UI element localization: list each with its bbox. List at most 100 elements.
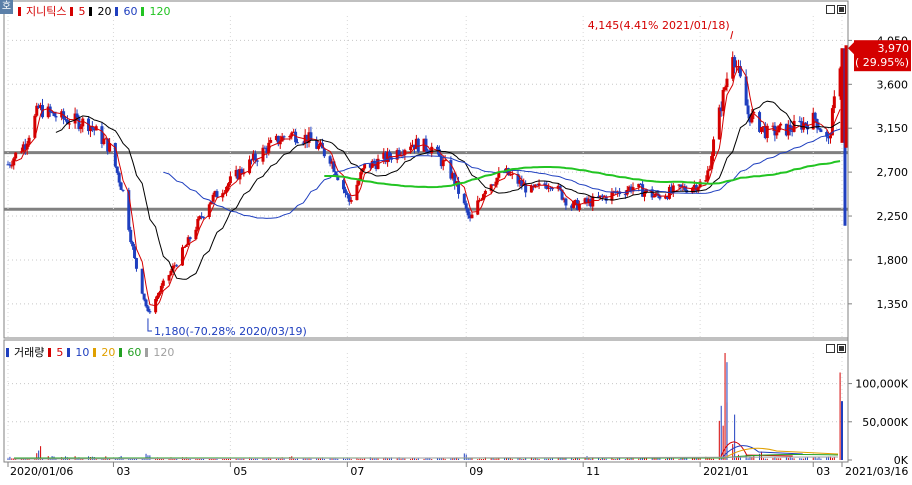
candle-body xyxy=(476,200,480,215)
candle-body xyxy=(131,242,135,247)
candle-body xyxy=(296,142,300,144)
candle-body xyxy=(184,245,188,247)
candle-body xyxy=(759,127,763,132)
legend-stock-name: 지니틱스 xyxy=(26,5,67,18)
high-annotation-label: 4,145(4.41% 2021/01/18) xyxy=(588,19,730,32)
candle-body xyxy=(121,189,125,191)
volume-tick-label: 50,000K xyxy=(862,416,908,429)
low-annotation-label: 1,180(-70.28% 2020/03/19) xyxy=(154,325,307,338)
candle-body xyxy=(19,151,23,153)
candle-body xyxy=(75,113,79,118)
candle-body xyxy=(464,203,468,209)
legend-swatch-60 xyxy=(115,6,119,16)
candle-body xyxy=(409,146,413,151)
main-legend: 지니틱스 5 20 60 120 xyxy=(18,3,170,19)
price-pane-minimize-button[interactable] xyxy=(826,5,835,14)
candle-body xyxy=(435,146,439,150)
legend-vol-10: 10 xyxy=(75,345,90,359)
price-tick-label: 3,600 xyxy=(877,78,909,91)
legend-volume-name: 거래량 xyxy=(14,346,45,359)
candle-body xyxy=(188,237,192,240)
candle-body xyxy=(817,128,821,130)
candle-body xyxy=(317,145,321,149)
candle-body xyxy=(483,190,487,195)
candle-body xyxy=(144,299,148,307)
candle-body xyxy=(322,148,326,157)
candle-body xyxy=(343,189,347,194)
candle-body xyxy=(167,275,171,281)
candle-body xyxy=(723,87,727,90)
candle-body xyxy=(470,214,474,219)
candle-body xyxy=(211,194,215,202)
candle-body xyxy=(240,169,244,174)
candle-body xyxy=(466,208,470,216)
candle-body xyxy=(269,140,273,143)
candle-body xyxy=(27,137,31,144)
candle-body xyxy=(169,270,173,276)
x-tick-label: 05 xyxy=(233,465,247,478)
candle-body xyxy=(717,107,721,140)
candle-body xyxy=(182,246,186,248)
candle-body xyxy=(480,199,484,201)
candle-body xyxy=(142,293,146,300)
legend-swatch-20 xyxy=(93,347,97,357)
candle-body xyxy=(134,258,138,269)
price-pane-maximize-button[interactable] xyxy=(837,5,846,14)
candle-body xyxy=(79,126,83,130)
current-price-change-label: ( 29.95%) xyxy=(855,56,909,69)
candle-body xyxy=(345,193,349,195)
candle-body xyxy=(775,132,779,136)
candle-body xyxy=(443,160,447,162)
chart-canvas: 1,3501,8002,2502,7003,1503,6004,0502020/… xyxy=(3,0,911,478)
candle-body xyxy=(175,265,179,267)
x-tick-label: 03 xyxy=(816,465,830,478)
candle-body xyxy=(564,198,568,206)
candle-body xyxy=(510,173,514,175)
candle-body xyxy=(115,166,119,173)
candle-body xyxy=(349,200,353,202)
price-pane-frame xyxy=(3,0,849,339)
candle-body xyxy=(708,168,712,171)
candle-body xyxy=(441,160,445,167)
candle-body xyxy=(202,216,206,218)
candle-body xyxy=(12,158,16,166)
legend-swatch-120 xyxy=(145,347,149,357)
legend-swatch-5 xyxy=(70,6,74,16)
legend-swatch-10 xyxy=(67,347,71,357)
price-tick-label: 2,700 xyxy=(877,166,909,179)
x-tick-label: 03 xyxy=(116,465,130,478)
volume-pane-maximize-button[interactable] xyxy=(837,344,846,353)
high-annotation-leader xyxy=(730,31,734,40)
candle-body xyxy=(355,184,359,201)
candle-body xyxy=(712,139,716,157)
candle-body xyxy=(725,78,729,88)
volume-tick-label: 0K xyxy=(894,454,909,467)
legend-vol-20: 20 xyxy=(101,345,116,359)
legend-swatch-20 xyxy=(89,6,93,16)
volume-tick-label: 100,000K xyxy=(855,378,908,391)
candle-body-last xyxy=(840,48,844,143)
legend-ma-5: 5 xyxy=(78,4,86,18)
candle-body xyxy=(140,268,144,294)
legend-ma-60: 60 xyxy=(123,4,138,18)
candle-body xyxy=(215,191,219,198)
candle-body xyxy=(813,112,817,120)
candle-body xyxy=(228,176,232,184)
chart-marker-badge[interactable]: 호 xyxy=(0,0,13,14)
candle-body xyxy=(342,180,346,190)
candle-body xyxy=(416,138,420,152)
candle-body xyxy=(832,96,836,109)
legend-ma-120: 120 xyxy=(149,4,171,18)
candle-body xyxy=(652,195,656,198)
candle-body xyxy=(8,164,12,166)
legend-vol-120: 120 xyxy=(153,345,175,359)
candle-body xyxy=(704,180,708,182)
candle-body xyxy=(14,152,18,159)
candle-body xyxy=(462,193,466,204)
candle-body xyxy=(119,182,123,190)
current-price-label: 3,970 xyxy=(878,42,910,55)
current-price-pointer xyxy=(848,42,854,55)
candle-body xyxy=(67,123,71,125)
volume-pane-minimize-button[interactable] xyxy=(826,344,835,353)
legend-swatch xyxy=(18,6,21,16)
